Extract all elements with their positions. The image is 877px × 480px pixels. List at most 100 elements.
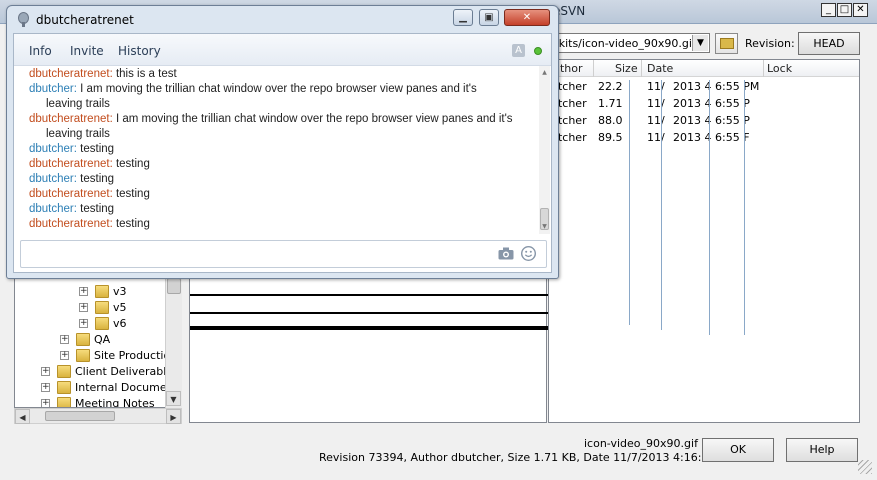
scroll-down-icon[interactable]: ▼	[166, 391, 181, 406]
scroll-left-icon[interactable]: ◀	[15, 409, 30, 424]
resize-grip[interactable]	[858, 460, 872, 474]
tree-item[interactable]: + v3	[15, 284, 181, 300]
tree-item[interactable]: + QA	[15, 332, 181, 348]
maximize-button[interactable]: □	[837, 3, 852, 17]
tree-item[interactable]: + Internal Documents	[15, 380, 181, 396]
close-button[interactable]: ✕	[853, 3, 868, 17]
table-row[interactable]: utcher 22.2 11/2013 4 6:55 PM	[549, 80, 859, 96]
message-input[interactable]	[20, 240, 547, 268]
folder-icon	[95, 301, 109, 314]
expand-icon[interactable]: +	[79, 319, 88, 328]
help-button[interactable]: Help	[786, 438, 858, 462]
font-icon[interactable]: A	[512, 44, 525, 57]
table-row[interactable]: utcher 1.71 11/2013 4 6:55 P	[549, 97, 859, 113]
column-lock[interactable]: Lock	[767, 62, 792, 75]
chat-message: dbutcheratrenet: testing	[29, 188, 150, 200]
message-sender[interactable]: dbutcheratrenet	[29, 68, 110, 80]
table-row[interactable]: utcher 89.5 11/2013 4 6:55 F	[549, 131, 859, 147]
message-sender[interactable]: dbutcheratrenet	[29, 218, 110, 230]
tree-vertical-scrollbar[interactable]: ▼	[165, 274, 182, 408]
tree-item[interactable]: + v6	[15, 316, 181, 332]
message-sender[interactable]: dbutcheratrenet	[29, 113, 110, 125]
render-trail	[744, 80, 745, 335]
chevron-down-icon[interactable]: ▼	[692, 35, 708, 51]
message-sender[interactable]: dbutcher	[29, 143, 74, 155]
scroll-up-icon[interactable]: ▲	[540, 68, 549, 77]
url-value: /kits/icon-video_90x90.gif	[555, 37, 696, 50]
repo-tree[interactable]: + v3 + v5 + v6 + QA + Site Production + Client Deli…	[14, 274, 182, 408]
chat-message: dbutcher: I am moving the trillian chat …	[29, 82, 534, 112]
chat-minimize-button[interactable]: ▁	[453, 9, 473, 26]
chat-message: dbutcher: testing	[29, 143, 115, 155]
url-combobox[interactable]: /kits/icon-video_90x90.gif ▼	[548, 33, 710, 53]
folder-icon	[95, 317, 109, 330]
message-sender[interactable]: dbutcheratrenet	[29, 188, 110, 200]
cell-date: 2013 4	[673, 114, 712, 127]
expand-icon[interactable]: +	[41, 383, 50, 392]
file-list[interactable]: uthor Size Date Lock utcher 22.2 11/2013 4…	[548, 59, 860, 423]
cell-size: 22.2	[598, 80, 623, 93]
message-text-continued: leaving trails	[46, 128, 110, 140]
chat-message: dbutcheratrenet: testing	[29, 218, 150, 230]
emoticon-icon[interactable]	[521, 246, 536, 261]
folder-icon	[76, 349, 90, 362]
camera-icon[interactable]	[498, 247, 514, 260]
scroll-down-icon[interactable]: ▼	[540, 222, 549, 231]
expand-icon[interactable]: +	[60, 351, 69, 360]
cell-date: 2013 4	[673, 97, 712, 110]
column-date[interactable]: Date	[647, 62, 673, 75]
message-history[interactable]: dbutcheratrenet: this is a test dbutcher:…	[14, 66, 551, 234]
message-text: testing	[115, 218, 150, 230]
chat-close-button[interactable]: ✕	[504, 9, 550, 26]
tree-item[interactable]: + v5	[15, 300, 181, 316]
column-size[interactable]: Size	[615, 62, 638, 75]
expand-icon[interactable]: +	[41, 399, 50, 407]
chat-maximize-button[interactable]: ▣	[479, 9, 499, 26]
cell-time: 6:55 PM	[715, 80, 760, 93]
tree-item-label: v5	[113, 301, 127, 314]
message-text: I am moving the trillian chat window ove…	[80, 83, 477, 95]
cell-date: 2013 4	[673, 131, 712, 144]
folder-icon	[57, 365, 71, 378]
message-text-continued: leaving trails	[46, 98, 110, 110]
chat-message: dbutcher: testing	[29, 203, 115, 215]
message-sender[interactable]: dbutcher	[29, 173, 74, 185]
table-row[interactable]: utcher 88.0 11/2013 4 6:55 P	[549, 114, 859, 130]
folder-icon	[57, 381, 71, 394]
chat-window: dbutcheratrenet ▁ ▣ ✕ Info Invite Histor…	[6, 5, 559, 279]
trillian-icon	[18, 12, 29, 27]
message-sender[interactable]: dbutcher	[29, 83, 74, 95]
folder-icon	[57, 397, 71, 407]
expand-icon[interactable]: +	[79, 287, 88, 296]
chat-body: Info Invite History A dbutcheratrenet: t…	[13, 33, 552, 273]
tree-item[interactable]: + Site Production	[15, 348, 181, 364]
message-text: testing	[80, 143, 115, 155]
tree-item[interactable]: + Client Deliverables	[15, 364, 181, 380]
minimize-button[interactable]: _	[821, 3, 836, 17]
revision-head-button[interactable]: HEAD	[798, 32, 860, 55]
scroll-thumb[interactable]	[167, 278, 181, 294]
tree-item-label: Client Deliverables	[75, 365, 179, 378]
message-sender[interactable]: dbutcher	[29, 203, 74, 215]
cell-date: 2013 4	[673, 80, 712, 93]
tree-horizontal-scrollbar[interactable]: ◀ ▶	[14, 408, 182, 424]
render-trail	[709, 80, 710, 335]
tree-item-label: QA	[94, 333, 111, 346]
ok-button[interactable]: OK	[702, 438, 774, 462]
expand-icon[interactable]: +	[79, 303, 88, 312]
expand-icon[interactable]: +	[60, 335, 69, 344]
browse-folder-button[interactable]	[715, 33, 738, 54]
message-sender[interactable]: dbutcheratrenet	[29, 158, 110, 170]
tree-item[interactable]: + Meeting Notes	[15, 396, 181, 407]
scroll-thumb[interactable]	[45, 411, 115, 421]
chat-title: dbutcheratrenet	[36, 13, 134, 27]
tab-invite[interactable]: Invite	[70, 44, 104, 58]
status-filename: icon-video_90x90.gif	[584, 437, 698, 450]
status-info: Revision 73394, Author dbutcher, Size 1.…	[319, 451, 736, 464]
tab-info[interactable]: Info	[29, 44, 52, 58]
message-text: I am moving the trillian chat window ove…	[115, 113, 513, 125]
chat-scrollbar[interactable]: ▲ ▼	[539, 66, 550, 234]
expand-icon[interactable]: +	[41, 367, 50, 376]
scroll-right-icon[interactable]: ▶	[166, 409, 181, 424]
tab-history[interactable]: History	[118, 44, 161, 58]
